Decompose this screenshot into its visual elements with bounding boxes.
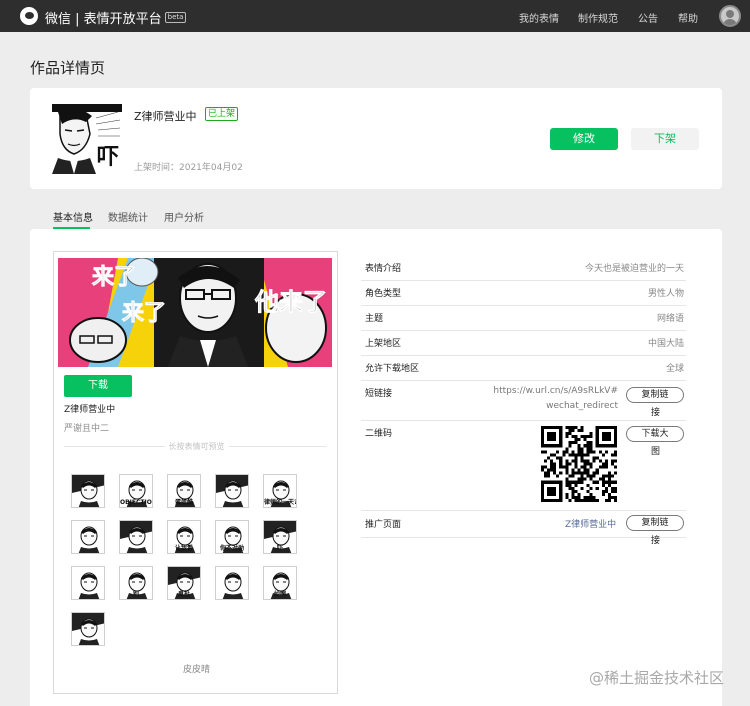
qr-code-image: [541, 426, 617, 502]
sticker-thumbnail[interactable]: [71, 612, 105, 646]
on-shelf-time: 上架时间：2021年04月02: [134, 163, 243, 173]
page-title: 作品详情页: [30, 59, 106, 77]
copy-short-link-button-tail: 接: [651, 408, 661, 418]
info-row-download-region: 允许下载地区 全球: [361, 356, 686, 381]
preview-name: Z律师营业中: [64, 405, 116, 415]
info-row-theme: 主题 网络语: [361, 306, 686, 331]
download-button[interactable]: 下载: [64, 375, 132, 397]
user-avatar[interactable]: [719, 5, 741, 27]
sticker-thumbnail[interactable]: 鬼扯: [167, 566, 201, 600]
sticker-thumbnail[interactable]: 蛋蛋酷: [167, 474, 201, 508]
info-row-intro: 表情介绍 今天也是被迫营业的一天: [361, 256, 686, 281]
sticker-caption: 蛋蛋酷: [174, 499, 193, 506]
beta-badge: beta: [164, 12, 187, 23]
edit-button[interactable]: 修改: [550, 128, 618, 150]
sticker-caption: 鬼扯: [177, 591, 190, 598]
cover-text: 吓: [97, 145, 119, 170]
sticker-thumbnail[interactable]: [215, 474, 249, 508]
sticker-thumbnail[interactable]: [71, 520, 105, 554]
tab-data-stats[interactable]: 数据统计: [108, 209, 148, 224]
platform-brand[interactable]: 微信 | 表情开放平台 beta: [45, 8, 187, 27]
info-row-region: 上架地区 中国大陆: [361, 331, 686, 356]
copy-promo-link-button[interactable]: 复制链: [626, 515, 684, 531]
download-qr-button-tail: 图: [651, 447, 661, 457]
info-row-short-link: 短链接 https://w.url.cn/s/A9sRLkV# wechat_r…: [361, 381, 686, 421]
nav-help[interactable]: 帮助: [678, 10, 698, 25]
info-row-qrcode: 二维码 下载大 图: [361, 421, 686, 511]
wechat-logo-icon[interactable]: [20, 7, 38, 25]
sticker-caption: 让我看: [174, 545, 193, 552]
tab-basic-info[interactable]: 基本信息: [53, 209, 93, 224]
work-header-card: 吓 Z律师营业中 已上架 上架时间：2021年04月02 修改 下架: [30, 88, 722, 189]
preview-footer: 皮皮晴: [182, 665, 210, 675]
take-offline-button[interactable]: 下架: [631, 128, 699, 150]
sticker-thumbnail[interactable]: [71, 474, 105, 508]
sticker-thumbnail[interactable]: [215, 566, 249, 600]
sticker-thumbnail[interactable]: 别: [119, 566, 153, 600]
info-row-role: 角色类型 男性人物: [361, 281, 686, 306]
sticker-caption: 吓: [276, 545, 283, 552]
preview-author: 严谢且中二: [64, 424, 110, 434]
sticker-preview-panel: 来了 来了 他来了 下载 Z律师营业中 严谢且中二 长按表情可预览 OBJECT…: [53, 251, 338, 694]
copy-short-link-button[interactable]: 复制链: [626, 387, 684, 403]
nav-announcements[interactable]: 公告: [638, 10, 658, 25]
status-badge: 已上架: [205, 107, 239, 121]
download-qr-button[interactable]: 下载大: [626, 426, 684, 442]
sticker-thumbnail[interactable]: 妙啊: [263, 566, 297, 600]
promo-page-link[interactable]: Z律师营业中: [565, 517, 616, 530]
info-row-promo: 推广页面 Z律师营业中 复制链 接: [361, 511, 686, 546]
sticker-caption: OBJECTION: [120, 499, 152, 506]
sticker-thumbnail[interactable]: OBJECTION: [119, 474, 153, 508]
short-link-url[interactable]: https://w.url.cn/s/A9sRLkV# wechat_redir…: [491, 384, 618, 414]
sticker-thumbnail[interactable]: 吓: [263, 520, 297, 554]
banner-text-2: 来了: [121, 301, 166, 326]
banner-text-1: 来了: [91, 265, 136, 290]
tab-user-analysis[interactable]: 用户分析: [164, 209, 204, 224]
work-name: Z律师营业中: [134, 110, 197, 123]
basic-info-panel: 来了 来了 他来了 下载 Z律师营业中 严谢且中二 长按表情可预览 OBJECT…: [30, 229, 722, 706]
sticker-caption: 你不对劲: [219, 545, 244, 552]
work-cover-image: 吓: [52, 104, 122, 174]
sticker-thumbnail[interactable]: [71, 566, 105, 600]
banner-image: 来了 来了 他来了: [58, 258, 332, 367]
sticker-thumbnail[interactable]: [119, 520, 153, 554]
sticker-thumbnail[interactable]: 让我看: [167, 520, 201, 554]
sticker-thumbnail[interactable]: 你不对劲: [215, 520, 249, 554]
sticker-caption: 妙啊: [273, 591, 286, 598]
watermark: @稀土掘金技术社区: [589, 669, 725, 687]
nav-my-stickers[interactable]: 我的表情: [519, 10, 559, 25]
sticker-caption: 别: [132, 591, 139, 598]
preview-hint: 长按表情可预览: [54, 441, 339, 452]
sticker-caption: 律师的一天?: [264, 499, 296, 506]
top-bar: 微信 | 表情开放平台 beta 我的表情 制作规范 公告 帮助: [0, 0, 750, 32]
banner-text-3: 他来了: [254, 288, 327, 316]
sticker-thumbnail[interactable]: 律师的一天?: [263, 474, 297, 508]
copy-promo-link-button-tail: 接: [651, 536, 661, 546]
nav-guidelines[interactable]: 制作规范: [578, 10, 618, 25]
